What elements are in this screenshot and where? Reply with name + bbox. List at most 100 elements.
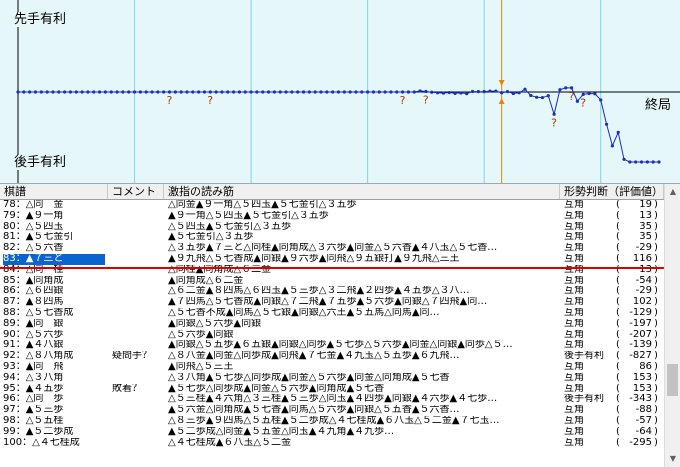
evaluation-value-cell: -54 xyxy=(635,275,652,286)
kifu-analysis-window: ??????? 先手有利 後手有利 終局 棋譜 コメント 激指の読み筋 形勢判断… xyxy=(0,0,680,467)
judgement-cell: 互角 xyxy=(564,383,584,394)
evaluation-point xyxy=(86,90,90,94)
paren-close: ) xyxy=(654,318,658,329)
scroll-up-arrow-icon[interactable]: ▲ xyxy=(666,184,680,200)
questionable-move-mark: ? xyxy=(167,94,173,107)
evaluation-point xyxy=(488,89,492,93)
evaluation-point xyxy=(342,90,346,94)
evaluation-value-cell: 153 xyxy=(632,383,652,394)
paren-close: ) xyxy=(654,361,658,372)
evaluation-point xyxy=(22,90,26,94)
reading-line-cell: △５六歩▲同銀 xyxy=(168,329,234,340)
judgement-cell: 後手有利 xyxy=(564,351,604,362)
move-cell: 95：▲４五歩 xyxy=(3,383,64,394)
reading-line-cell: △３八角▲５七歩△同歩成▲同金△５六歩▲同金△同角成▲５七香 xyxy=(168,372,450,383)
evaluation-value-cell: -343 xyxy=(629,394,652,405)
evaluation-point xyxy=(290,90,294,94)
evaluation-point xyxy=(266,90,271,94)
table-row[interactable]: 95：▲４五歩 敗着？ ▲５七歩△同歩成▲同金△５六歩▲同角成▲５七香 互角 (153) xyxy=(0,384,664,395)
evaluation-point xyxy=(599,98,603,102)
paren-close: ) xyxy=(654,200,658,210)
table-row[interactable]: 98：△５五桂 △８三歩▲９四馬△５五桂▲５二歩成△４七桂成▲６八玉△５二金▲７七… xyxy=(0,416,664,427)
evaluation-graph[interactable]: ??????? 先手有利 後手有利 終局 xyxy=(0,0,680,184)
move-cell: 90：△５六歩 xyxy=(3,329,64,340)
table-row[interactable]: 89：▲同 銀 ▲同銀△５六歩▲同銀 互角 (-197) xyxy=(0,319,664,330)
header-move[interactable]: 棋譜 xyxy=(0,184,108,199)
scroll-thumb[interactable] xyxy=(667,364,678,396)
table-row[interactable]: 97：▲５三歩 ▲５六金△同角成▲５七香▲同馬△５六歩▲同銀△５五香▲５六香… 互角… xyxy=(0,405,664,416)
paren-close: ) xyxy=(654,372,658,383)
table-row[interactable]: 94：△３八角 △３八角▲５七歩△同歩成▲同金△５六歩▲同金△同角成▲５七香 互角 (… xyxy=(0,373,664,384)
paren-close: ) xyxy=(654,351,658,362)
table-row[interactable]: 93：▲同 飛 ▲同飛△５三王 互角 (86) xyxy=(0,362,664,373)
paren-open: ( xyxy=(616,426,620,437)
table-row[interactable]: 96：△同 歩 △５三桂▲４六角△３三桂▲５三歩△同玉▲４四歩▲同銀▲４六歩▲４七… xyxy=(0,394,664,405)
evaluation-point xyxy=(214,90,218,94)
table-row[interactable]: 88：△５七香成 △５七香不成▲同馬△５七銀▲同銀△六王▲５五馬△同馬▲同… 互角 (… xyxy=(0,308,664,319)
table-row[interactable]: 78：△同 金 △同金▲９一角△５四玉▲５七金引△３五歩 互角 (19) xyxy=(0,200,664,211)
table-row[interactable]: 80：△５四玉 △５四玉▲５七金引△３五歩 互角 (35) xyxy=(0,222,664,233)
evaluation-point xyxy=(465,92,469,96)
evaluation-point xyxy=(476,90,480,94)
paren-close: ) xyxy=(654,307,658,318)
evaluation-point xyxy=(459,91,463,95)
reading-line-cell: △５四玉▲５七金引△３五歩 xyxy=(168,221,292,232)
paren-open: ( xyxy=(616,253,620,264)
evaluation-point xyxy=(634,160,638,164)
evaluation-point xyxy=(523,87,527,91)
judgement-cell: 互角 xyxy=(564,415,584,426)
evaluation-point xyxy=(639,160,644,164)
paren-open: ( xyxy=(616,415,620,426)
header-comment[interactable]: コメント xyxy=(108,184,164,199)
reading-line-cell: ▲７四馬△５七香成▲同銀△７二飛▲７五歩▲５六歩▲同銀△７四飛▲同… xyxy=(168,297,488,308)
table-row[interactable]: 92：△８八角成 疑問手？ △８八金▲同金△同歩成▲同飛▲７七金▲４九玉△５五歩▲６… xyxy=(0,351,664,362)
paren-open: ( xyxy=(616,329,620,340)
paren-open: ( xyxy=(616,340,620,351)
evaluation-point xyxy=(517,91,521,95)
header-judgement[interactable]: 形勢判断（評価値） xyxy=(560,184,664,199)
evaluation-point xyxy=(313,90,317,94)
evaluation-point xyxy=(33,90,38,94)
table-row[interactable]: 90：△５六歩 △５六歩▲同銀 互角 (-207) xyxy=(0,330,664,341)
evaluation-value-cell: 102 xyxy=(632,297,652,308)
table-row[interactable]: 83：▲７三と ▲９九飛△５七香成▲同銀▲９六歩▲同飛△９五銀打▲９九飛△三王 互角… xyxy=(0,253,664,265)
evaluation-point xyxy=(395,90,399,94)
move-cell: 100：△４七桂成 xyxy=(3,437,80,448)
evaluation-point xyxy=(191,90,195,94)
evaluation-point xyxy=(115,90,119,94)
evaluation-point xyxy=(319,90,323,94)
evaluation-point xyxy=(202,90,207,94)
table-row[interactable]: 81：▲５七金引 ▲５七金引△３五歩 互角 (35) xyxy=(0,232,664,243)
evaluation-point xyxy=(278,90,282,94)
evaluation-point xyxy=(51,90,55,94)
judgement-cell: 互角 xyxy=(564,437,584,448)
current-position-marker xyxy=(0,267,664,269)
evaluation-value-cell: -64 xyxy=(635,426,652,437)
move-cell: 89：▲同 銀 xyxy=(3,318,64,329)
table-row[interactable]: 100：△４七桂成 △４七桂成▲６八玉△５二金 互角 (-295) xyxy=(0,438,664,449)
comment-cell: 敗着？ xyxy=(112,383,142,394)
vertical-scrollbar[interactable]: ▲ ▼ xyxy=(664,184,680,467)
questionable-move-mark: ? xyxy=(569,90,575,103)
header-reading-line[interactable]: 激指の読み筋 xyxy=(164,184,560,199)
evaluation-value-cell: 153 xyxy=(632,372,652,383)
table-row[interactable]: 91：▲４八銀 ▲同銀△５五歩▲６五銀▲同銀△同歩▲５七歩△５六歩▲同金△同銀▲同… xyxy=(0,340,664,351)
table-row[interactable]: 87：▲８四馬 ▲７四馬△５七香成▲同銀△７二飛▲７五歩▲５六歩▲同銀△７四飛▲同… xyxy=(0,297,664,308)
table-row[interactable]: 82：△５六香 △３五歩▲７三と△同桂▲同角成△３六歩▲同金△５六香▲４八玉△５七… xyxy=(0,243,664,254)
table-row[interactable]: 86：△６四銀 △６二金▲８四馬△６四玉▲５三歩△３二飛▲２四歩▲４五歩△３八… 互… xyxy=(0,286,664,297)
evaluation-value-cell: -295 xyxy=(629,437,652,448)
table-row[interactable]: 99：▲５二歩成 ▲５二歩成△同金▲５五金△同玉▲４九角▲４九歩… 互角 (-64) xyxy=(0,427,664,438)
table-row[interactable]: 85：▲同角成 ▲同角成△６二金 互角 (-54) xyxy=(0,276,664,287)
judgement-cell: 互角 xyxy=(564,286,584,297)
reading-line-cell: △８三歩▲９四馬△５五桂▲５二歩成△４七桂成▲６八玉△５二金▲７七玉… xyxy=(168,415,500,426)
evaluation-value-cell: -88 xyxy=(635,405,652,416)
reading-line-cell: ▲５七歩△同歩成▲同金△５六歩▲同角成▲５七香 xyxy=(168,383,385,394)
evaluation-point xyxy=(406,90,411,94)
evaluation-point xyxy=(16,90,20,94)
evaluation-point xyxy=(307,90,311,94)
judgement-cell: 互角 xyxy=(564,372,584,383)
evaluation-point xyxy=(150,90,154,94)
scroll-down-arrow-icon[interactable]: ▼ xyxy=(666,451,680,467)
table-row[interactable]: 79：▲９一角 ▲９一角△５四玉▲５七金引△３五歩 互角 (13) xyxy=(0,211,664,222)
judgement-cell: 互角 xyxy=(564,253,584,264)
